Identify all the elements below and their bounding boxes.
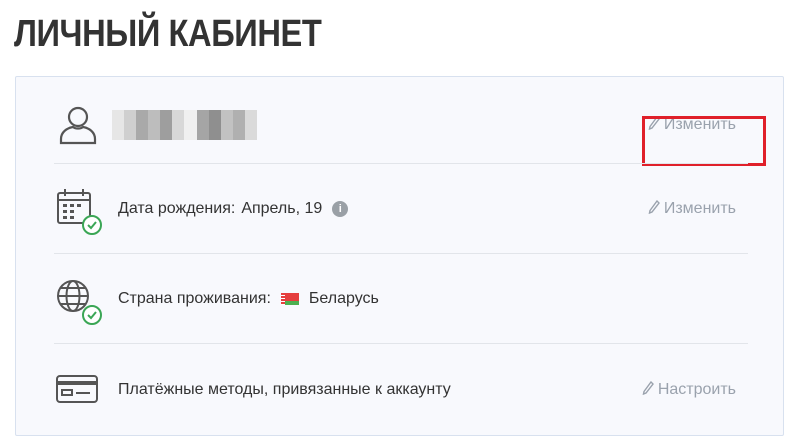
configure-payments-button[interactable]: Настроить bbox=[630, 373, 748, 408]
check-circle-icon bbox=[82, 215, 102, 235]
payments-row: Платёжные методы, привязанные к аккаунту… bbox=[54, 345, 748, 435]
divider bbox=[54, 253, 748, 254]
country-row: Страна проживания: Беларусь bbox=[54, 255, 748, 343]
belarus-flag-icon bbox=[280, 293, 299, 305]
check-circle-icon bbox=[82, 305, 102, 325]
country-label: Страна проживания: bbox=[118, 290, 271, 307]
edit-birthday-button[interactable]: Изменить bbox=[636, 192, 748, 227]
blurred-username bbox=[112, 110, 257, 140]
info-icon[interactable]: i bbox=[332, 201, 349, 217]
configure-payments-label: Настроить bbox=[657, 381, 736, 398]
page-title: ЛИЧНЫЙ КАБИНЕТ bbox=[14, 13, 322, 55]
birthday-value: Апрель, 19 bbox=[241, 200, 323, 217]
divider bbox=[54, 163, 748, 164]
globe-icon bbox=[54, 275, 102, 325]
payments-label: Платёжные методы, привязанные к аккаунту bbox=[118, 381, 451, 398]
credit-card-icon bbox=[54, 366, 102, 414]
edit-profile-button[interactable]: Изменить bbox=[636, 108, 766, 166]
user-icon bbox=[54, 101, 102, 149]
profile-row: Изменить bbox=[54, 87, 766, 166]
pencil-icon bbox=[642, 380, 654, 400]
pencil-icon bbox=[648, 199, 660, 219]
birthday-row: Дата рождения: Апрель, 19 i Изменить bbox=[54, 165, 748, 253]
pencil-icon bbox=[648, 115, 660, 135]
calendar-icon bbox=[54, 185, 102, 235]
divider bbox=[54, 343, 748, 344]
birthday-label: Дата рождения: bbox=[118, 200, 236, 217]
edit-birthday-label: Изменить bbox=[663, 200, 736, 217]
country-value: Беларусь bbox=[308, 290, 379, 307]
account-card: Изменить Дата рождения: Апрель, 19 i Изм… bbox=[15, 76, 784, 436]
edit-profile-label: Изменить bbox=[663, 116, 736, 133]
